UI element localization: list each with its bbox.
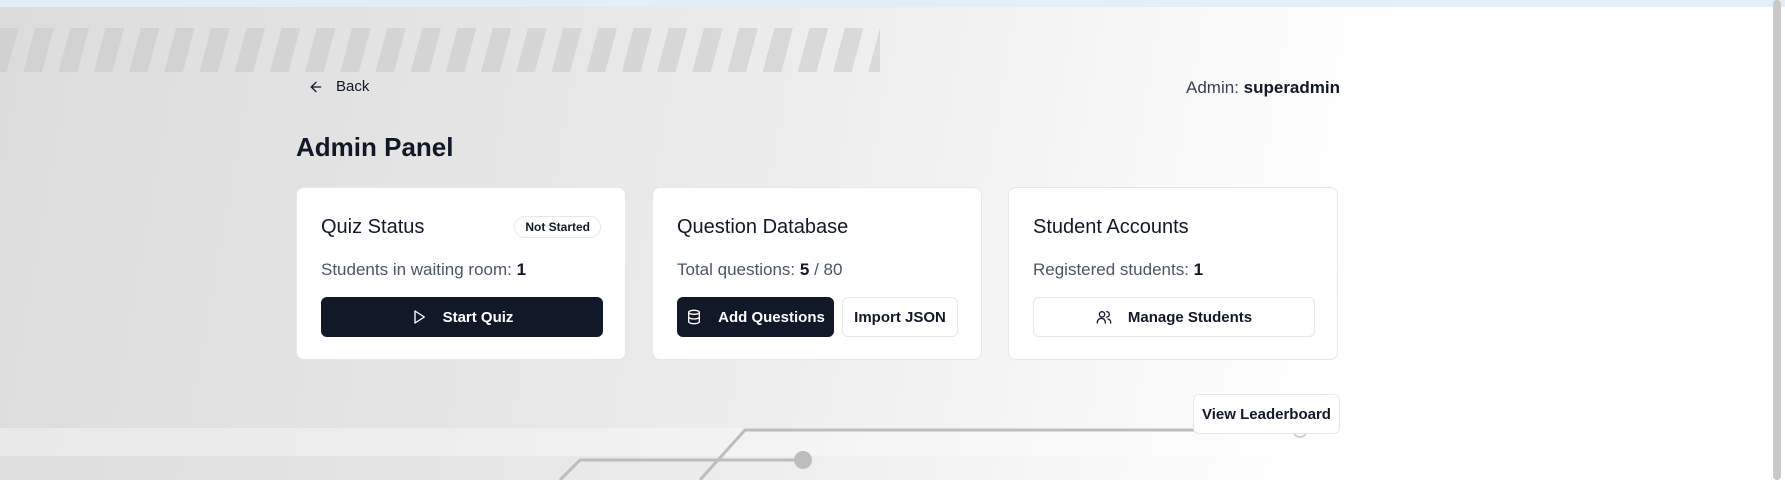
view-leaderboard-label: View Leaderboard [1202, 405, 1331, 423]
users-icon [1096, 311, 1112, 324]
scrollbar[interactable] [1773, 0, 1781, 480]
card-title: Quiz Status [321, 216, 425, 238]
admin-username: superadmin [1243, 78, 1340, 97]
admin-indicator: Admin: superadmin [1186, 78, 1340, 98]
admin-prefix: Admin: [1185, 78, 1239, 97]
card-title: Student Accounts [1033, 216, 1189, 238]
card-title: Question Database [677, 216, 849, 238]
start-quiz-label: Start Quiz [442, 308, 514, 326]
add-questions-button[interactable]: Add Questions [677, 297, 834, 337]
registered-students-value: 1 [1193, 260, 1204, 279]
total-questions-label: Total questions: [677, 260, 796, 279]
import-json-label: Import JSON [854, 308, 946, 326]
main-container: Back Admin: superadmin Admin Panel Quiz … [296, 0, 1340, 480]
quiz-status-card: Quiz Status Not Started Students in wait… [296, 187, 626, 360]
question-database-card: Question Database Total questions: 5 / 8… [652, 187, 982, 360]
import-json-button[interactable]: Import JSON [842, 297, 958, 337]
student-accounts-card: Student Accounts Registered students: 1 … [1008, 187, 1338, 360]
registered-students: Registered students: 1 [1033, 260, 1203, 280]
manage-students-button[interactable]: Manage Students [1033, 297, 1315, 337]
view-leaderboard-button[interactable]: View Leaderboard [1193, 394, 1340, 434]
registered-students-label: Registered students: [1033, 260, 1189, 279]
total-questions: Total questions: 5 / 80 [677, 260, 842, 280]
arrow-left-icon [310, 81, 322, 92]
database-icon [688, 309, 701, 325]
waiting-room-label: Students in waiting room: [321, 260, 512, 279]
waiting-room-value: 1 [516, 260, 527, 279]
total-questions-max: / 80 [814, 260, 843, 279]
play-icon [413, 310, 425, 324]
page-title: Admin Panel [296, 132, 454, 162]
waiting-room-count: Students in waiting room: 1 [321, 260, 526, 280]
add-questions-label: Add Questions [718, 308, 825, 326]
back-link[interactable]: Back [308, 78, 369, 95]
back-label: Back [336, 78, 370, 95]
total-questions-value: 5 [799, 260, 810, 279]
start-quiz-button[interactable]: Start Quiz [321, 297, 603, 337]
manage-students-label: Manage Students [1127, 308, 1253, 326]
status-badge: Not Started [514, 216, 601, 238]
